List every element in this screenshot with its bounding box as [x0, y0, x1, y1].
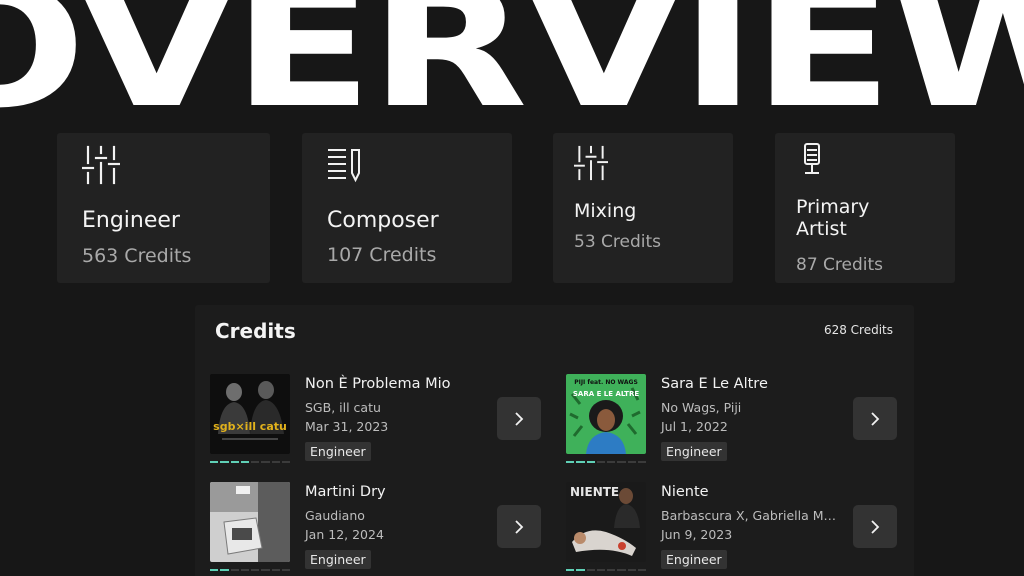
credit-artists: SGB, ill catu — [305, 400, 381, 415]
progress-segment — [566, 461, 575, 463]
credit-artists: Barbascura X, Gabriella Ma... — [661, 508, 841, 523]
open-credit-button[interactable] — [497, 397, 541, 440]
credits-panel: Credits 628 Credits sgb×ill catu Non È P… — [195, 305, 914, 576]
progress-segment — [566, 569, 575, 571]
chevron-right-icon — [515, 411, 524, 426]
credits-count: 628 Credits — [823, 323, 893, 337]
album-cover: sgb×ill catu — [210, 374, 290, 454]
role-card-mixing[interactable]: Mixing 53 Credits — [553, 133, 733, 283]
credit-date: Jan 12, 2024 — [305, 527, 384, 542]
open-credit-button[interactable] — [853, 505, 897, 548]
progress-segment — [230, 461, 239, 463]
svg-text:NIENTE: NIENTE — [570, 485, 619, 499]
progress-segment — [251, 569, 260, 571]
role-name: Primary Artist — [796, 196, 870, 240]
credit-title: Non È Problema Mio — [305, 376, 451, 392]
role-credit-count: 53 Credits — [574, 232, 662, 252]
album-cover: NIENTE — [566, 482, 646, 562]
credit-title: Sara E Le Altre — [661, 376, 768, 392]
progress-segment — [586, 461, 595, 463]
progress-segment — [627, 461, 636, 463]
progress-segment — [637, 461, 646, 463]
open-credit-button[interactable] — [497, 505, 541, 548]
role-card-composer[interactable]: Composer 107 Credits — [302, 133, 512, 283]
page-title: OVERVIEW — [0, 0, 1024, 145]
credit-item[interactable]: PIJI feat. NO WAGS SARA E LE ALTRE Sara … — [566, 374, 906, 470]
progress-segment — [576, 461, 585, 463]
role-name: Mixing — [574, 200, 637, 222]
role-credit-count: 107 Credits — [327, 244, 437, 266]
credit-date: Mar 31, 2023 — [305, 419, 389, 434]
role-credit-count: 87 Credits — [796, 255, 884, 275]
progress-segment — [596, 569, 605, 571]
progress-bar — [210, 461, 290, 463]
progress-segment — [596, 461, 605, 463]
role-badge: Engineer — [305, 442, 371, 461]
progress-segment — [617, 569, 626, 571]
svg-text:sgb×ill catu: sgb×ill catu — [213, 420, 287, 433]
chevron-right-icon — [515, 519, 524, 534]
role-card-engineer[interactable]: Engineer 563 Credits — [57, 133, 270, 283]
progress-segment — [281, 569, 290, 571]
progress-segment — [576, 569, 585, 571]
credits-title: Credits — [215, 319, 296, 343]
progress-segment — [251, 461, 260, 463]
chevron-right-icon — [871, 519, 880, 534]
svg-text:PIJI feat. NO WAGS: PIJI feat. NO WAGS — [574, 379, 638, 386]
role-name: Composer — [327, 208, 439, 233]
credit-artists: Gaudiano — [305, 508, 365, 523]
progress-segment — [261, 569, 270, 571]
chevron-right-icon — [871, 411, 880, 426]
role-name: Engineer — [82, 208, 180, 233]
overview-page: OVERVIEW Engineer 563 Credits Composer 1… — [0, 0, 1024, 576]
credit-title: Niente — [661, 484, 709, 500]
credit-item[interactable]: Martini Dry Gaudiano Jan 12, 2024 Engine… — [210, 482, 550, 576]
progress-segment — [230, 569, 239, 571]
role-badge: Engineer — [661, 550, 727, 569]
credit-item[interactable]: NIENTE Niente Barbascura X, Gabriella Ma… — [566, 482, 906, 576]
progress-segment — [220, 461, 229, 463]
credit-date: Jun 9, 2023 — [661, 527, 733, 542]
credit-date: Jul 1, 2022 — [661, 419, 728, 434]
album-cover: PIJI feat. NO WAGS SARA E LE ALTRE — [566, 374, 646, 454]
progress-segment — [586, 569, 595, 571]
progress-segment — [261, 461, 270, 463]
progress-bar — [566, 461, 646, 463]
role-badge: Engineer — [661, 442, 727, 461]
credit-item[interactable]: sgb×ill catu Non È Problema Mio SGB, ill… — [210, 374, 550, 470]
progress-segment — [220, 569, 229, 571]
progress-segment — [617, 461, 626, 463]
sliders-icon — [573, 145, 609, 185]
credit-title: Martini Dry — [305, 484, 386, 500]
svg-text:SARA E LE ALTRE: SARA E LE ALTRE — [573, 390, 639, 398]
progress-segment — [607, 461, 616, 463]
sliders-icon — [81, 145, 121, 189]
role-badge: Engineer — [305, 550, 371, 569]
microphone-icon — [801, 142, 823, 182]
progress-segment — [210, 461, 219, 463]
progress-segment — [607, 569, 616, 571]
progress-segment — [210, 569, 219, 571]
role-card-primary-artist[interactable]: Primary Artist 87 Credits — [775, 133, 955, 283]
role-credit-count: 563 Credits — [82, 245, 192, 267]
progress-segment — [637, 569, 646, 571]
progress-segment — [240, 569, 249, 571]
progress-bar — [566, 569, 646, 571]
sheet-pen-icon — [327, 147, 363, 187]
album-cover — [210, 482, 290, 562]
credit-artists: No Wags, Piji — [661, 400, 742, 415]
progress-bar — [210, 569, 290, 571]
progress-segment — [271, 461, 280, 463]
open-credit-button[interactable] — [853, 397, 897, 440]
progress-segment — [271, 569, 280, 571]
progress-segment — [240, 461, 249, 463]
progress-segment — [281, 461, 290, 463]
progress-segment — [627, 569, 636, 571]
